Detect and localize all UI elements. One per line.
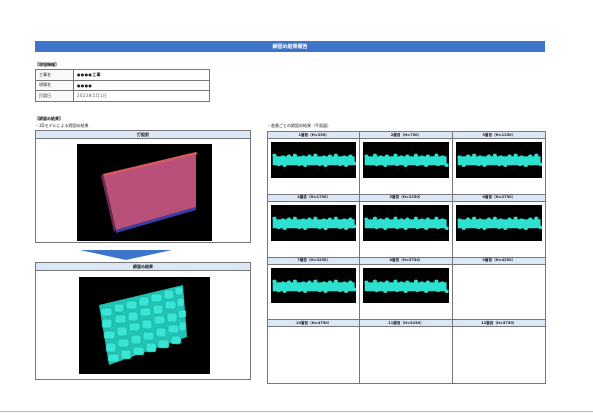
layer-slice-image [271, 204, 357, 241]
layer-label: 7層目（H=3250） [268, 257, 360, 265]
formwork-3d-model [101, 152, 198, 233]
layer-cell: 5層目（H=2250） [360, 194, 453, 258]
compaction-3d-model [99, 285, 187, 365]
layer-slice-image [363, 267, 449, 304]
layer-cell: 2層目（H=750） [360, 132, 453, 195]
before-placing-panel: 打設前 [35, 130, 251, 243]
layer-cell: 10層目（H=4750） [268, 320, 361, 383]
compaction-result-panel: 締固め結果 [35, 262, 251, 380]
table-row: 工事名 ●●●●工事 [35, 69, 210, 81]
layer-slice-image [455, 204, 542, 241]
report-title: 締固め結果報告 [35, 41, 545, 52]
layer-cell: 8層目（H=3750） [360, 257, 453, 321]
page-divider [0, 411, 593, 412]
compaction-slice [364, 216, 449, 230]
construction-name-value: ●●●●工事 [73, 69, 210, 81]
site-name-label: 現場名 [35, 79, 74, 91]
layer-slice-image [363, 142, 449, 178]
results-heading: 【締固め結果】 [35, 116, 63, 121]
layer-slice-image [455, 142, 542, 178]
layer-label: 6層目（H=2750） [452, 194, 545, 202]
layer-cell: 7層目（H=3250） [268, 257, 361, 321]
layer-label: 12層目（H=5750） [452, 320, 545, 328]
compaction-slice [364, 279, 449, 293]
construction-name-label: 工事名 [35, 69, 74, 81]
before-placing-header: 打設前 [36, 131, 250, 139]
layer-label: 11層目（H=5250） [360, 320, 452, 328]
layer-label: 5層目（H=2250） [360, 194, 452, 202]
layer-cell: 1層目（H=250） [268, 132, 361, 195]
layer-label: 4層目（H=1750） [268, 194, 360, 202]
compaction-slice [272, 153, 357, 168]
layer-label: 10層目（H=4750） [268, 320, 360, 328]
compaction-slice [272, 216, 357, 230]
layer-slice-image [271, 267, 357, 304]
site-name-value: ●●●● [73, 79, 210, 91]
layer-label: 9層目（H=4250） [452, 257, 545, 265]
table-row: 打設日 2023年5月1日 [35, 90, 210, 102]
model-subheading: ・3Dモデルによる締固め結果 [35, 123, 89, 128]
layer-cell: 6層目（H=2750） [452, 194, 545, 258]
placing-date-value: 2023年5月1日 [73, 90, 210, 102]
layer-subheading: ・各層ごとの締固め結果（平面図） [267, 123, 331, 128]
layer-cell: 12層目（H=5750） [452, 320, 545, 383]
down-arrow-icon [80, 250, 172, 260]
layer-cell: 9層目（H=4250） [452, 257, 545, 321]
layer-label: 2層目（H=750） [360, 132, 452, 139]
placing-date-label: 打設日 [35, 90, 74, 102]
layer-label: 8層目（H=3750） [360, 257, 452, 265]
compaction-slice [364, 153, 449, 168]
site-info-table: 工事名 ●●●●工事 現場名 ●●●● 打設日 2023年5月1日 [35, 69, 210, 102]
compaction-result-image [79, 277, 210, 374]
site-info-heading: 【現場情報】 [35, 62, 59, 67]
layer-label: 3層目（H=1250） [452, 132, 545, 139]
layer-slice-image [271, 142, 357, 178]
compaction-slice [457, 216, 542, 230]
layer-cell: 4層目（H=1750） [268, 194, 361, 258]
layer-label: 1層目（H=250） [268, 132, 360, 139]
table-row: 現場名 ●●●● [35, 79, 210, 91]
layer-slice-image [363, 204, 449, 241]
compaction-slice [457, 153, 542, 168]
layer-grid: 1層目（H=250） 2層目（H=750） 3層目（H=1250） 4層目（H=175… [267, 131, 546, 384]
layer-cell: 3層目（H=1250） [452, 132, 545, 195]
compaction-slice [272, 279, 357, 293]
compaction-result-header: 締固め結果 [36, 263, 250, 271]
layer-cell: 11層目（H=5250） [360, 320, 453, 383]
before-placing-image [77, 144, 212, 241]
